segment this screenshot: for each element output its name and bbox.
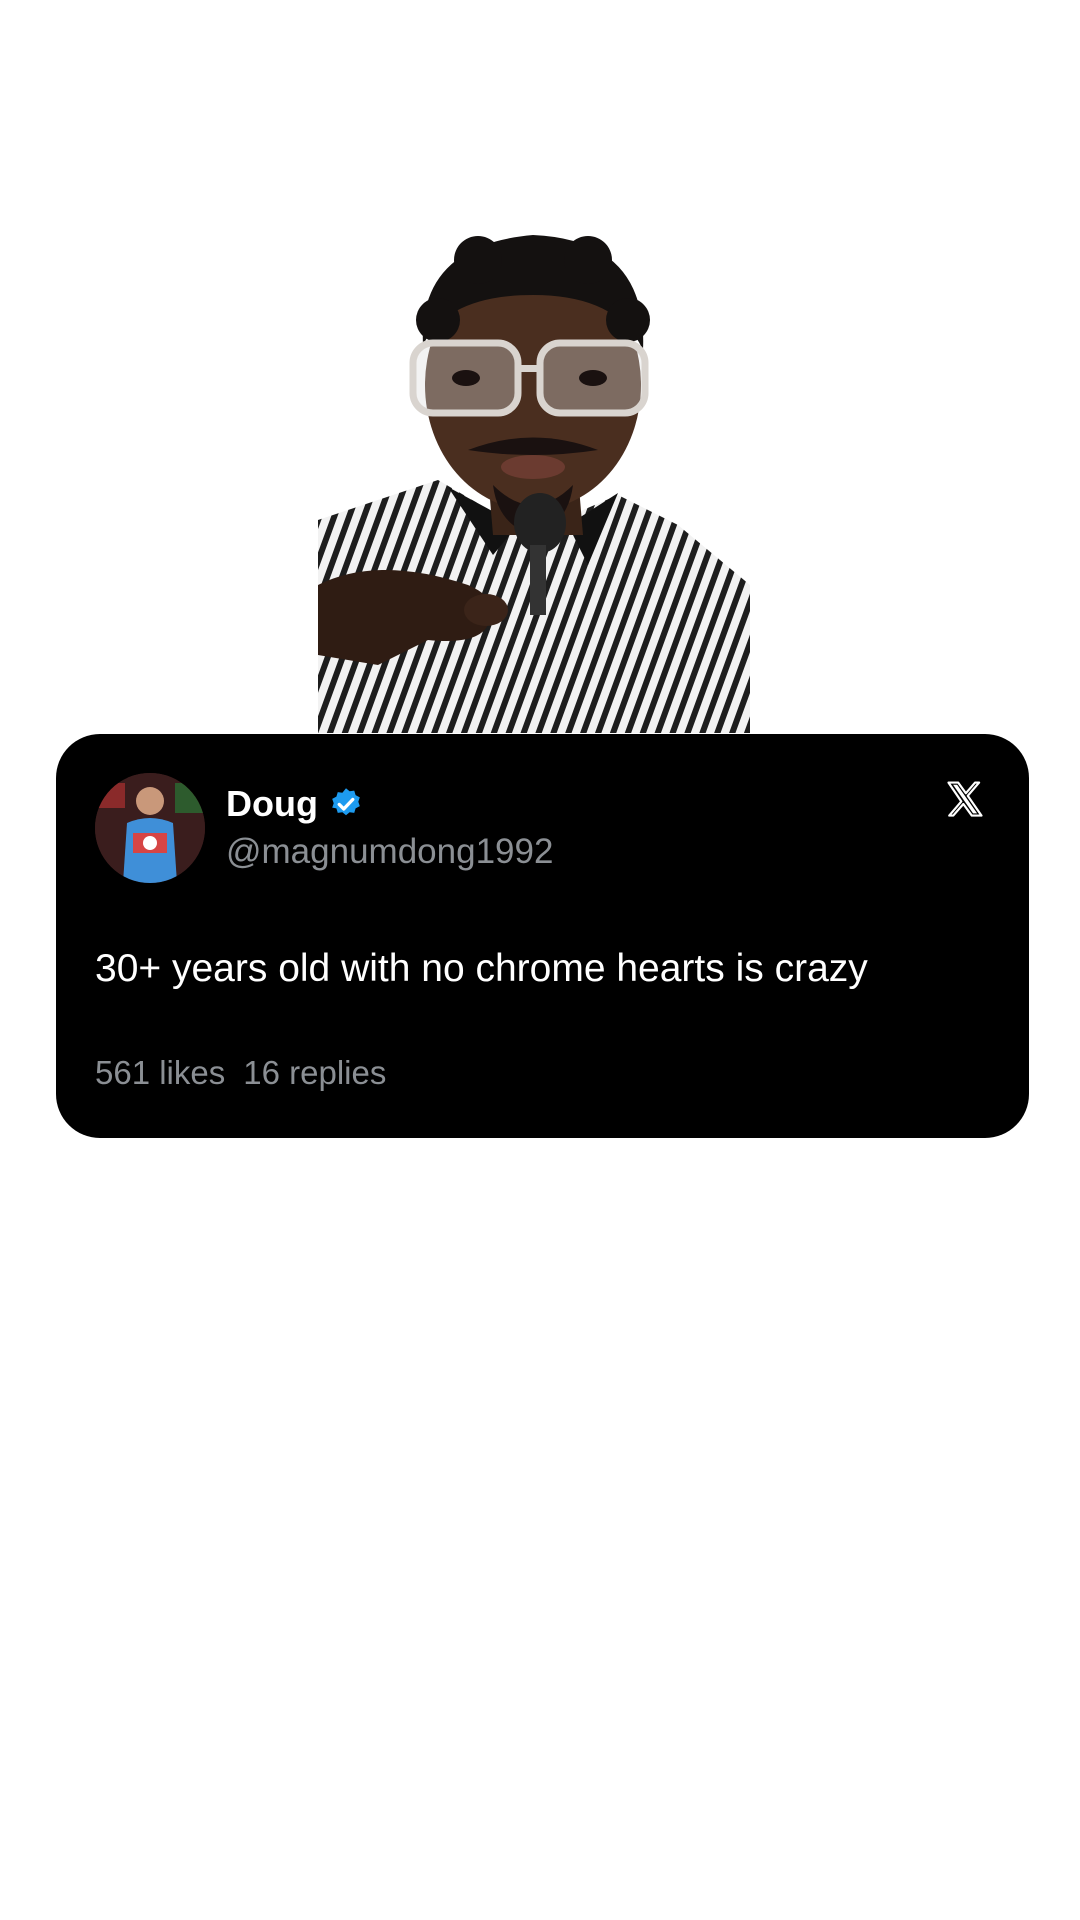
likes-count[interactable]: 561 likes — [95, 1052, 225, 1094]
avatar[interactable] — [95, 773, 205, 883]
speaker-photo — [318, 225, 750, 733]
avatar-image — [95, 773, 205, 883]
verified-badge-icon — [328, 786, 364, 822]
page: Doug @magnumdong1992 30+ years old with … — [0, 0, 1080, 1920]
user-handle[interactable]: @magnumdong1992 — [226, 830, 553, 874]
display-name[interactable]: Doug — [226, 782, 318, 826]
tweet-text: 30+ years old with no chrome hearts is c… — [95, 947, 868, 990]
tweet-card[interactable]: Doug @magnumdong1992 30+ years old with … — [56, 734, 1029, 1138]
replies-count[interactable]: 16 replies — [243, 1052, 386, 1094]
speaker-illustration — [318, 235, 750, 733]
x-logo-icon — [943, 778, 987, 822]
tweet-stats: 561 likes 16 replies — [95, 1052, 386, 1094]
name-row: Doug — [226, 782, 364, 826]
